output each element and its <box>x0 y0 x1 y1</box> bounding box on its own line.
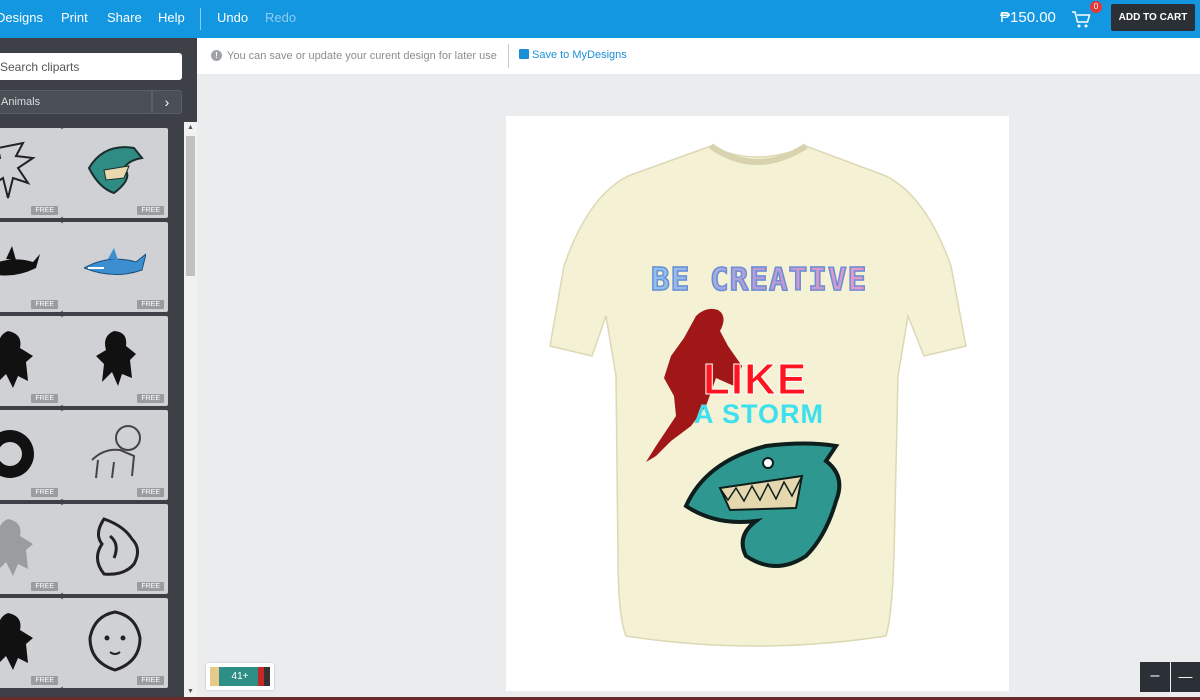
category-select[interactable]: Animals <box>0 90 152 114</box>
color-count: 41+ <box>231 671 249 682</box>
lion-grey-icon <box>0 519 33 576</box>
free-badge: FREE <box>31 300 58 309</box>
info-divider <box>508 44 509 68</box>
free-badge: FREE <box>137 300 164 309</box>
lion-rampant-icon <box>0 331 33 388</box>
menu-share[interactable]: Share <box>107 10 142 25</box>
free-badge: FREE <box>31 582 58 591</box>
lion-rampant-3-icon <box>0 613 33 670</box>
info-icon: ! <box>211 50 222 61</box>
free-badge: FREE <box>137 488 164 497</box>
lion-walking-icon <box>91 425 141 479</box>
design-canvas[interactable]: BE CREATIVE LIKE A STORM <box>506 116 1009 691</box>
lion-rampant-2-icon <box>96 331 136 386</box>
shark-blue-icon <box>84 248 146 275</box>
shark-mascot-teal-icon <box>87 146 144 195</box>
info-bar: ! You can save or update your curent des… <box>197 38 1200 74</box>
clipart-item[interactable]: FREE <box>0 316 62 406</box>
free-badge: FREE <box>137 582 164 591</box>
clipart-item[interactable]: FREE <box>62 128 168 218</box>
design-text-be-creative[interactable]: BE CREATIVE <box>650 261 867 299</box>
save-to-mydesigns-link[interactable]: Save to MyDesigns <box>519 49 627 61</box>
menu-help[interactable]: Help <box>158 10 185 25</box>
free-badge: FREE <box>137 394 164 403</box>
free-badge: FREE <box>31 394 58 403</box>
shark-black-icon <box>0 246 40 276</box>
free-badge: FREE <box>137 206 164 215</box>
price-display: ₱150.00 <box>1000 9 1056 26</box>
free-badge: FREE <box>137 676 164 685</box>
category-next-button[interactable]: › <box>152 90 182 114</box>
menu-print[interactable]: Print <box>61 10 88 25</box>
clipart-item[interactable]: FREE <box>0 410 62 500</box>
save-link-label: Save to MyDesigns <box>532 49 627 61</box>
clipart-item[interactable]: FREE <box>0 504 62 594</box>
floppy-disk-icon <box>519 49 529 59</box>
zoom-slider-button[interactable]: — <box>1171 662 1200 692</box>
clipart-item[interactable]: FREE <box>62 316 168 406</box>
menu-designs[interactable]: Designs <box>0 10 43 25</box>
color-palette-chip[interactable]: 41+ <box>206 663 274 690</box>
lion-head-tribal-icon <box>0 430 34 478</box>
redo-button[interactable]: Redo <box>265 10 296 25</box>
free-badge: FREE <box>31 206 58 215</box>
clipart-item[interactable]: FREE <box>0 128 62 218</box>
scroll-thumb[interactable] <box>186 136 195 276</box>
clipart-item[interactable]: FREE <box>0 598 62 688</box>
cart-icon[interactable] <box>1070 8 1092 30</box>
clipart-search-input[interactable] <box>0 53 182 80</box>
clipart-item[interactable]: FREE <box>0 222 62 312</box>
lion-tribal-icon <box>96 517 139 576</box>
save-hint-text: You can save or update your curent desig… <box>227 50 497 62</box>
design-text-a-storm[interactable]: A STORM <box>694 399 824 430</box>
top-toolbar: Designs Print Share Help Undo Redo ₱150.… <box>0 0 1200 38</box>
clipart-item[interactable]: FREE <box>62 222 168 312</box>
dragon-sketch-icon <box>0 141 36 199</box>
menu-divider <box>200 8 201 30</box>
free-badge: FREE <box>31 488 58 497</box>
undo-button[interactable]: Undo <box>217 10 248 25</box>
clipart-item[interactable]: FREE <box>62 410 168 500</box>
cart-count-badge: 0 <box>1090 1 1102 13</box>
clipart-sidebar: Animals › FREE FREE FREE FREE <box>0 38 197 700</box>
scroll-up-arrow-icon[interactable]: ▲ <box>186 124 195 134</box>
zoom-out-button[interactable]: – <box>1140 662 1170 692</box>
add-to-cart-button[interactable]: ADD TO CART <box>1111 4 1195 31</box>
clipart-item[interactable]: FREE <box>62 504 168 594</box>
lion-face-icon <box>88 610 142 672</box>
sidebar-scrollbar[interactable]: ▲ ▼ <box>184 122 197 700</box>
design-text-like[interactable]: LIKE <box>702 355 807 405</box>
free-badge: FREE <box>31 676 58 685</box>
clipart-item[interactable]: FREE <box>62 598 168 688</box>
